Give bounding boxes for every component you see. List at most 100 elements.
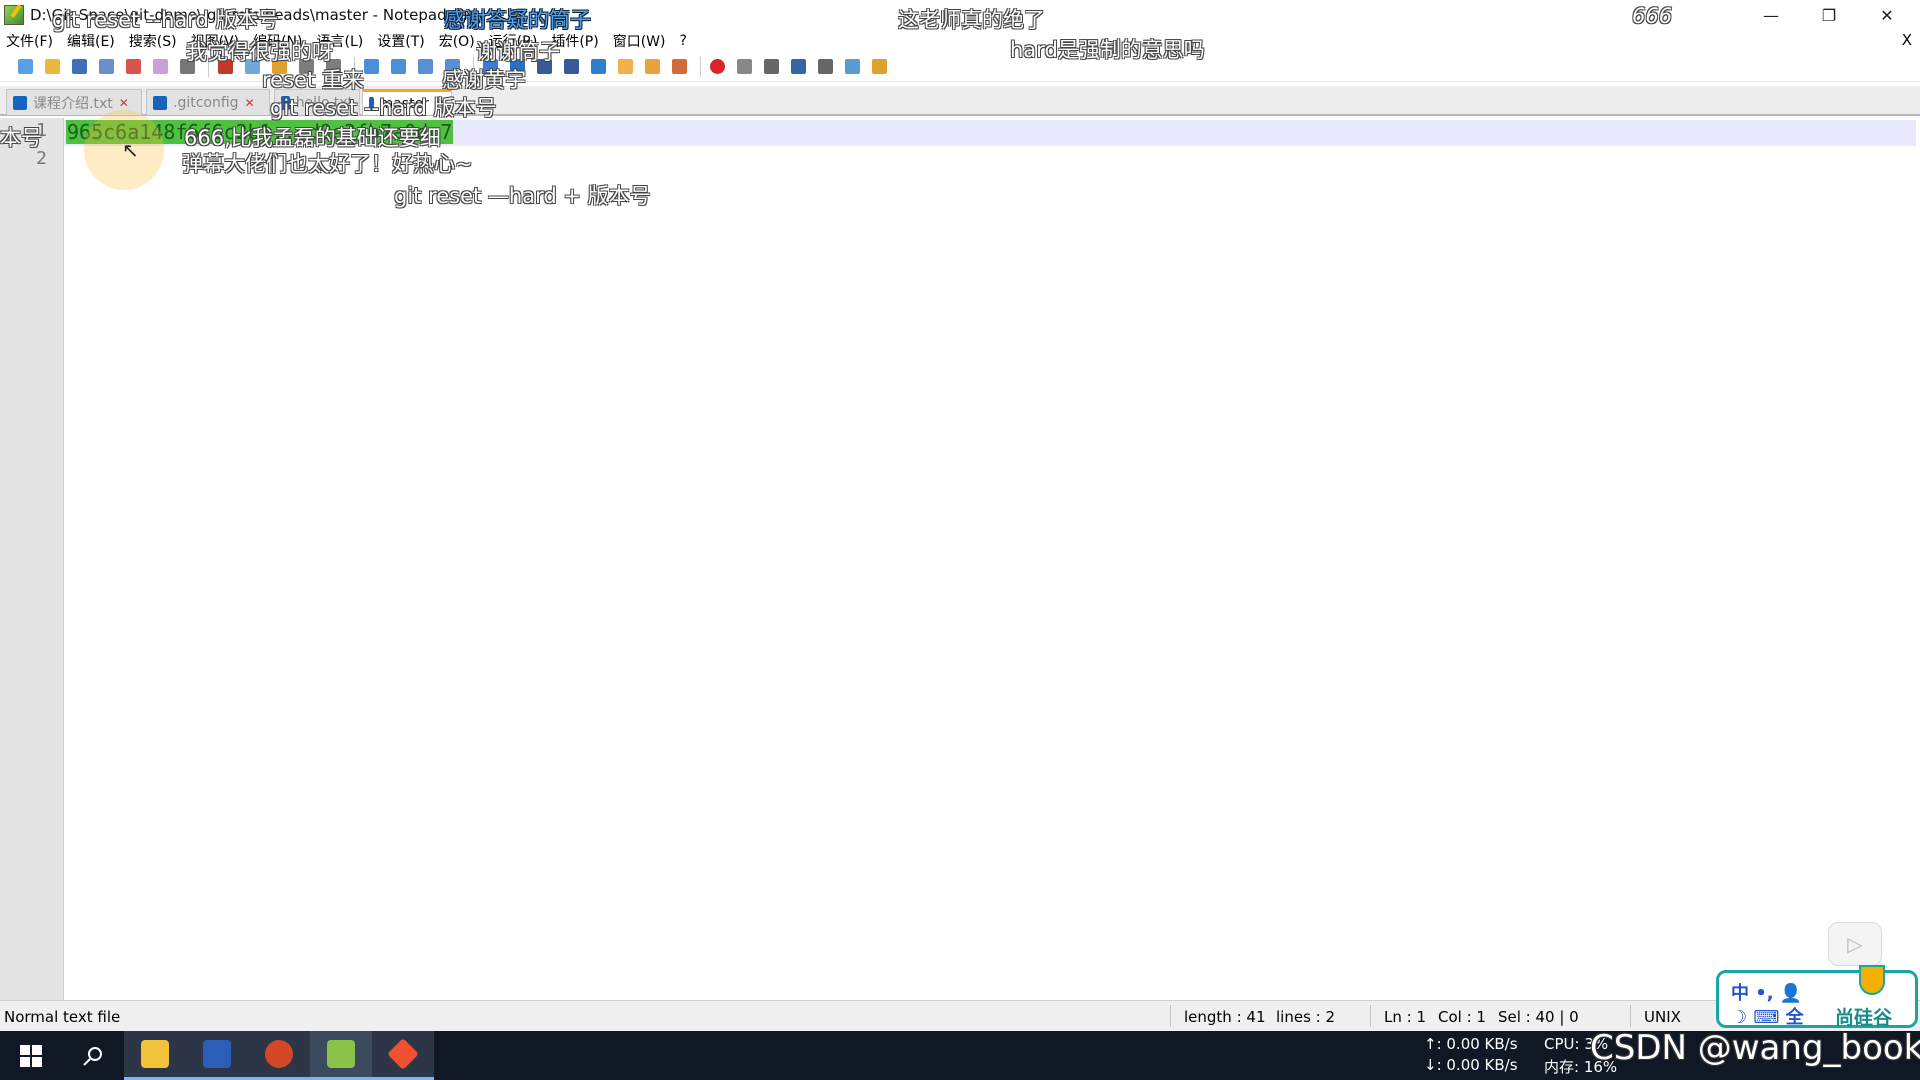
danmaku-comment: 感谢答疑的筒子: [444, 8, 591, 32]
powerpoint-icon: [265, 1040, 293, 1068]
window-icon: [844, 59, 860, 74]
save-all-button[interactable]: [95, 56, 117, 78]
minimize-button[interactable]: —: [1742, 0, 1800, 30]
file-explorer-icon: [141, 1040, 169, 1068]
status-file-type: Normal text file: [4, 1008, 121, 1026]
danmaku-comment: git reset --hard 版本号: [270, 96, 497, 120]
indent-guide-button[interactable]: [560, 56, 582, 78]
close-icon: ✕: [1880, 5, 1894, 25]
danmaku-comment: 弹幕大佬们也太好了！好热心~: [182, 152, 473, 176]
csdn-watermark: CSDN @wang_book: [1590, 1028, 1920, 1068]
saved-file-icon: [13, 95, 27, 110]
menu-window[interactable]: 窗口(W): [613, 31, 666, 51]
tab-close-icon[interactable]: ✕: [245, 97, 257, 109]
close-button[interactable]: [122, 56, 144, 78]
run-macro-multiple-button[interactable]: [787, 56, 809, 78]
window-button[interactable]: [841, 56, 863, 78]
open-icon: [44, 59, 60, 74]
danmaku-comment: 感谢黄宇: [442, 68, 526, 92]
tab-close-icon[interactable]: ✕: [119, 97, 131, 109]
danmaku-comment: 666: [1632, 4, 1673, 28]
play-macro-button[interactable]: [760, 56, 782, 78]
play-icon: ▷: [1847, 932, 1863, 956]
menu-search[interactable]: 搜索(S): [129, 31, 177, 51]
menu-file[interactable]: 文件(F): [6, 31, 53, 51]
line-number-gutter: 1 2: [0, 118, 64, 1000]
brand-logo: 中 •, 👤 ☽ ⌨ 全 尚硅谷: [1716, 965, 1918, 1029]
close-all-button[interactable]: [149, 56, 171, 78]
open-button[interactable]: [41, 56, 63, 78]
status-lines: lines : 2: [1276, 1008, 1336, 1026]
function-list-button[interactable]: [614, 56, 636, 78]
search-icon: [83, 1046, 102, 1066]
new-button[interactable]: [14, 56, 36, 78]
word-icon: [203, 1040, 231, 1068]
toolbar-separator: [700, 56, 701, 77]
monitor-button[interactable]: [668, 56, 690, 78]
screen: D:\Git-Space\git-demo\.git\refs\heads\ma…: [0, 0, 1920, 1080]
new-icon: [17, 59, 33, 74]
record-macro-button[interactable]: [706, 56, 728, 78]
taskbar-search-button[interactable]: [62, 1031, 124, 1080]
taskbar-file-explorer[interactable]: [124, 1031, 186, 1080]
folder-icon: [871, 59, 887, 74]
folder-button[interactable]: [868, 56, 890, 78]
function-list-icon: [617, 59, 633, 74]
folder-workspace-icon: [644, 59, 660, 74]
menu-help[interactable]: ?: [679, 33, 686, 49]
taskbar-powerpoint[interactable]: [248, 1031, 310, 1080]
save-macro-icon: [817, 59, 833, 74]
brand-name: 尚硅谷: [1835, 1007, 1893, 1029]
tab-gitconfig[interactable]: .gitconfig ✕: [146, 89, 270, 115]
close-all-icon: [152, 59, 168, 74]
status-eol[interactable]: UNIX: [1644, 1008, 1681, 1026]
status-ln: Ln : 1: [1384, 1008, 1426, 1026]
status-divider: [1170, 1005, 1171, 1027]
find-icon: [363, 59, 379, 74]
danmaku-comment: git reset --hard 版本号: [52, 8, 279, 32]
save-all-icon: [98, 59, 114, 74]
close-window-button[interactable]: ✕: [1858, 0, 1916, 30]
taskbar-notepadpp[interactable]: [310, 1031, 372, 1080]
doc-map-button[interactable]: [587, 56, 609, 78]
minimize-icon: —: [1763, 5, 1779, 25]
restore-button[interactable]: ❐: [1800, 0, 1858, 30]
save-button[interactable]: [68, 56, 90, 78]
close-document-button[interactable]: X: [1902, 31, 1912, 49]
danmaku-comment: 本号: [0, 126, 42, 150]
zoom-in-button[interactable]: [414, 56, 436, 78]
record-macro-icon: [709, 59, 725, 74]
tab-label: .gitconfig: [173, 94, 239, 111]
stop-macro-icon: [736, 59, 752, 74]
status-divider: [1630, 1005, 1631, 1027]
windows-start-button[interactable]: [0, 1031, 62, 1080]
menu-settings[interactable]: 设置(T): [377, 31, 424, 51]
danmaku-comment: git reset —hard + 版本号: [394, 184, 651, 208]
folder-workspace-button[interactable]: [641, 56, 663, 78]
menu-macro[interactable]: 宏(O): [439, 31, 475, 51]
danmaku-comment: 我觉得很强的呀: [186, 40, 333, 64]
mouse-pointer-icon: ↖: [122, 138, 139, 162]
saved-file-icon: [153, 95, 167, 110]
save-icon: [71, 59, 87, 74]
play-video-button[interactable]: ▷: [1828, 922, 1882, 966]
menu-edit[interactable]: 编辑(E): [67, 31, 115, 51]
editor[interactable]: 1 2 965c6a148f6f6c2b1...d9e2fb7a0dc7: [0, 118, 1920, 1000]
taskbar-git[interactable]: [372, 1031, 434, 1080]
stop-macro-button[interactable]: [733, 56, 755, 78]
windows-start-icon: [20, 1044, 42, 1067]
save-macro-button[interactable]: [814, 56, 836, 78]
run-macro-multiple-icon: [790, 59, 806, 74]
ime-status: ☽ ⌨ 全: [1731, 1007, 1804, 1028]
status-divider: [1370, 1005, 1371, 1027]
play-macro-icon: [763, 59, 779, 74]
network-upload: ↑: 0.00 KB/s: [1424, 1035, 1518, 1053]
taskbar-word[interactable]: [186, 1031, 248, 1080]
notepadpp-icon: [4, 5, 24, 25]
danmaku-comment: reset 重来: [262, 68, 364, 92]
status-col: Col : 1: [1438, 1008, 1486, 1026]
git-icon: [387, 1038, 419, 1070]
doc-map-icon: [590, 59, 606, 74]
replace-button[interactable]: [387, 56, 409, 78]
zoom-in-icon: [417, 59, 433, 74]
